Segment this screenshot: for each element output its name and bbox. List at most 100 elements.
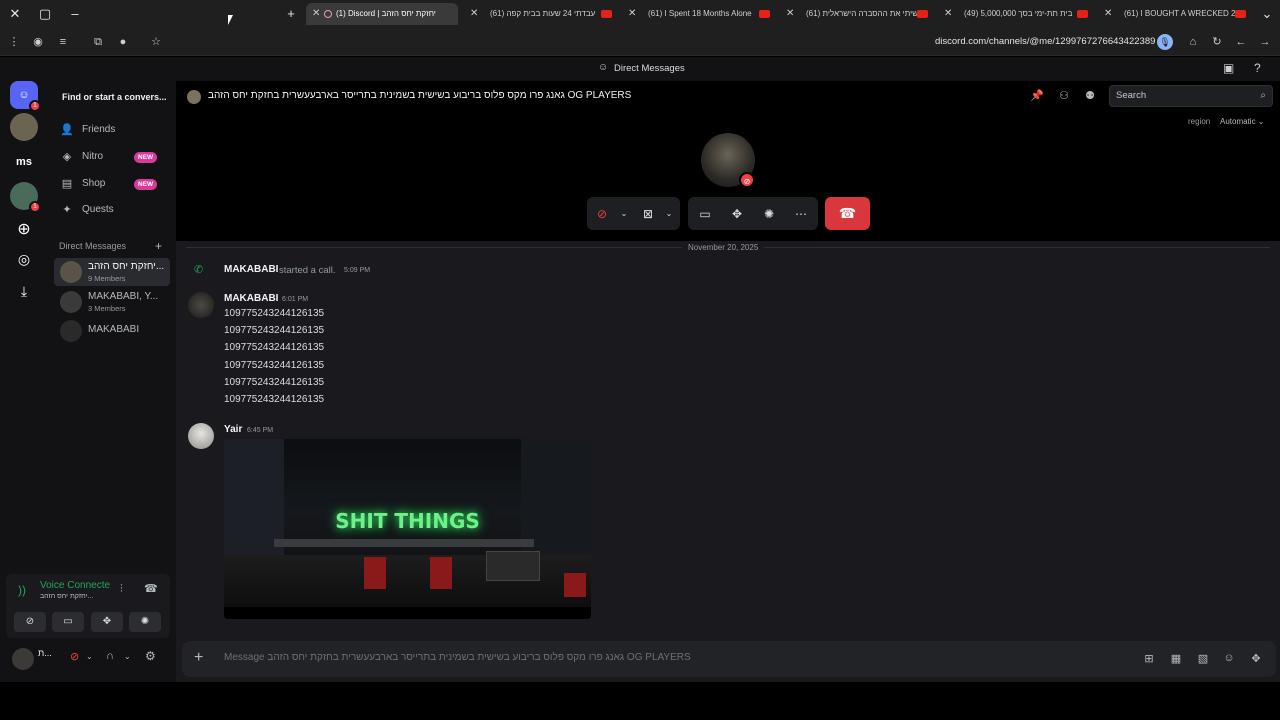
help-icon[interactable]: ? [1254,61,1261,75]
download-icon[interactable]: ⤓ [10,277,38,305]
menu-kebab-icon[interactable]: ⋮ [6,34,22,50]
home-icon[interactable]: ⌂ [1185,34,1201,50]
tab-close-icon[interactable]: ✕ [312,3,320,25]
members-icon[interactable]: ⚉ [1083,89,1097,103]
minimize-window-icon[interactable]: – [66,5,84,23]
screen-share-icon[interactable]: ▭ [696,205,714,223]
extension-blue-icon[interactable]: ● [115,34,131,50]
reload-icon[interactable]: ↻ [1209,34,1225,50]
sticker-icon[interactable]: ▧ [1196,652,1210,666]
noise-suppression-icon[interactable]: ⫶ [120,583,123,596]
tab-video-5[interactable]: ✕ (61) I BOUGHT A WRECKED 29 [1098,3,1252,25]
add-server-icon[interactable]: ⊕ [10,215,38,243]
discover-icon[interactable]: ◎ [10,245,38,273]
region-select[interactable]: Automatic ⌄ [1220,117,1265,126]
tab-video-3[interactable]: ✕ (61) עשיתי את ההסברה הישראלית [780,3,934,25]
image-attachment[interactable]: SHIT THINGS [224,439,591,619]
soundboard-button[interactable]: ✺ [129,612,161,632]
user-name: ת... [38,648,52,658]
nav-shop[interactable]: ▤ Shop NEW [54,172,172,196]
more-options-icon[interactable]: ⋯ [792,205,810,223]
avatar[interactable] [12,648,34,670]
chevron-down-icon[interactable]: ⌄ [615,205,633,223]
maximize-window-icon[interactable]: ▢ [36,5,54,23]
tab-search-icon[interactable]: ⌄ [1258,5,1276,23]
bookmark-star-icon[interactable]: ☆ [148,34,164,50]
create-dm-icon[interactable]: + [155,239,162,253]
extensions-icon[interactable]: ⧉ [90,34,106,50]
nav-label: Quests [82,204,114,215]
tab-close-icon[interactable]: ✕ [944,3,952,25]
tab-close-icon[interactable]: ✕ [786,3,794,25]
camera-off-button[interactable]: ⊘ [14,612,46,632]
nav-nitro[interactable]: ◈ Nitro NEW [54,145,172,169]
tab-video-1[interactable]: ✕ (61) עבדתי 24 שעות בבית קפה [464,3,618,25]
media-queue-icon[interactable]: ≡ [55,34,71,50]
discord-favicon-icon [324,10,332,18]
discord-logo-icon: ☺ [18,89,30,101]
new-badge: NEW [134,179,158,190]
pin-icon[interactable]: 📌 [1030,89,1044,103]
tab-close-icon[interactable]: ✕ [628,3,636,25]
street [224,607,591,619]
activities-icon[interactable]: ✥ [728,205,746,223]
dm-item-makababi[interactable]: MAKABABI [54,317,170,345]
nav-quests[interactable]: ✦ Quests [54,198,172,222]
activities-button[interactable]: ✥ [91,612,123,632]
voice-status[interactable]: Voice Connecte [40,580,110,591]
avatar[interactable] [188,423,214,449]
apps-icon[interactable]: ✥ [1249,652,1263,666]
message-author[interactable]: Yair [224,424,242,435]
soundboard-icon[interactable]: ✺ [760,205,778,223]
mic-muted-icon[interactable]: ⊘ [593,205,611,223]
dm-item-group-1[interactable]: יחזקת יחס הזהב... 9 Members [54,258,170,286]
chevron-down-icon[interactable]: ⌄ [660,205,678,223]
profile-icon[interactable]: ◉ [30,34,46,50]
discord-home-button[interactable]: ☺ 1 [10,81,41,112]
emoji-icon[interactable]: ☺ [1222,652,1236,666]
search-input[interactable]: Search ⌕ [1109,85,1273,107]
forward-icon[interactable]: → [1257,34,1273,50]
gift-icon[interactable]: ⊞ [1142,652,1156,666]
close-window-icon[interactable]: ✕ [6,5,24,23]
gif-icon[interactable]: ▦ [1169,652,1183,666]
add-attachment-icon[interactable]: + [194,649,203,667]
tab-close-icon[interactable]: ✕ [470,3,478,25]
server-icon-2[interactable]: 1 [10,182,41,213]
settings-gear-icon[interactable]: ⚙ [145,649,156,663]
back-icon[interactable]: ← [1233,34,1249,50]
nav-friends[interactable]: 👤 Friends [54,118,172,142]
disconnect-icon[interactable]: ☎ [144,582,158,595]
mic-active-icon[interactable]: 🎙 [1157,34,1173,50]
nitro-icon: ◈ [62,151,72,163]
tab-close-icon[interactable]: ✕ [1104,3,1112,25]
voice-channel[interactable]: יחזקת יחס הזהב... [40,593,93,600]
avatar[interactable] [188,292,214,318]
server-icon-ms[interactable]: ms [10,148,38,176]
tab-video-4[interactable]: ✕ (49) בית תת-ימי בסך 5,000,000 [938,3,1094,25]
inbox-icon[interactable]: ▣ [1223,61,1234,75]
message-text: 1097752432441261​35 [224,360,325,371]
headphones-icon[interactable]: ∩ [106,650,114,662]
tab-video-2[interactable]: ✕ (61) I Spent 18 Months Alone [622,3,776,25]
message-composer[interactable]: + Message גאנג פרו מקס פלוס בריבוע בשישי… [182,641,1276,677]
mic-muted-icon[interactable]: ⊘ [70,650,79,663]
find-conversation-input[interactable]: Find or start a convers... [56,87,170,107]
new-tab-icon[interactable]: + [282,5,300,23]
tab-discord[interactable]: ✕ (1) Discord | יחזקת יחס הזהב [306,3,458,25]
message-author[interactable]: MAKABABI [224,264,278,275]
screen-share-button[interactable]: ▭ [52,612,84,632]
address-bar-url[interactable]: discord.com/channels/@me/129976727664342… [935,36,1155,47]
message-author[interactable]: MAKABABI [224,293,278,304]
tab-title: (61) I BOUGHT A WRECKED 29 [1124,9,1240,18]
chevron-down-icon[interactable]: ⌄ [124,652,131,661]
youtube-icon [601,10,612,18]
chevron-down-icon[interactable]: ⌄ [86,652,93,661]
server-icon-1[interactable] [10,113,38,141]
dm-item-group-2[interactable]: MAKABABI, Y... 3 Members [54,288,170,316]
youtube-icon [759,10,770,18]
add-friends-icon[interactable]: ⚇ [1057,89,1071,103]
hang-up-button[interactable]: ☎ [825,197,870,230]
camera-off-icon[interactable]: ⊠ [639,205,657,223]
dm-name: יחזקת יחס הזהב... [88,261,164,272]
